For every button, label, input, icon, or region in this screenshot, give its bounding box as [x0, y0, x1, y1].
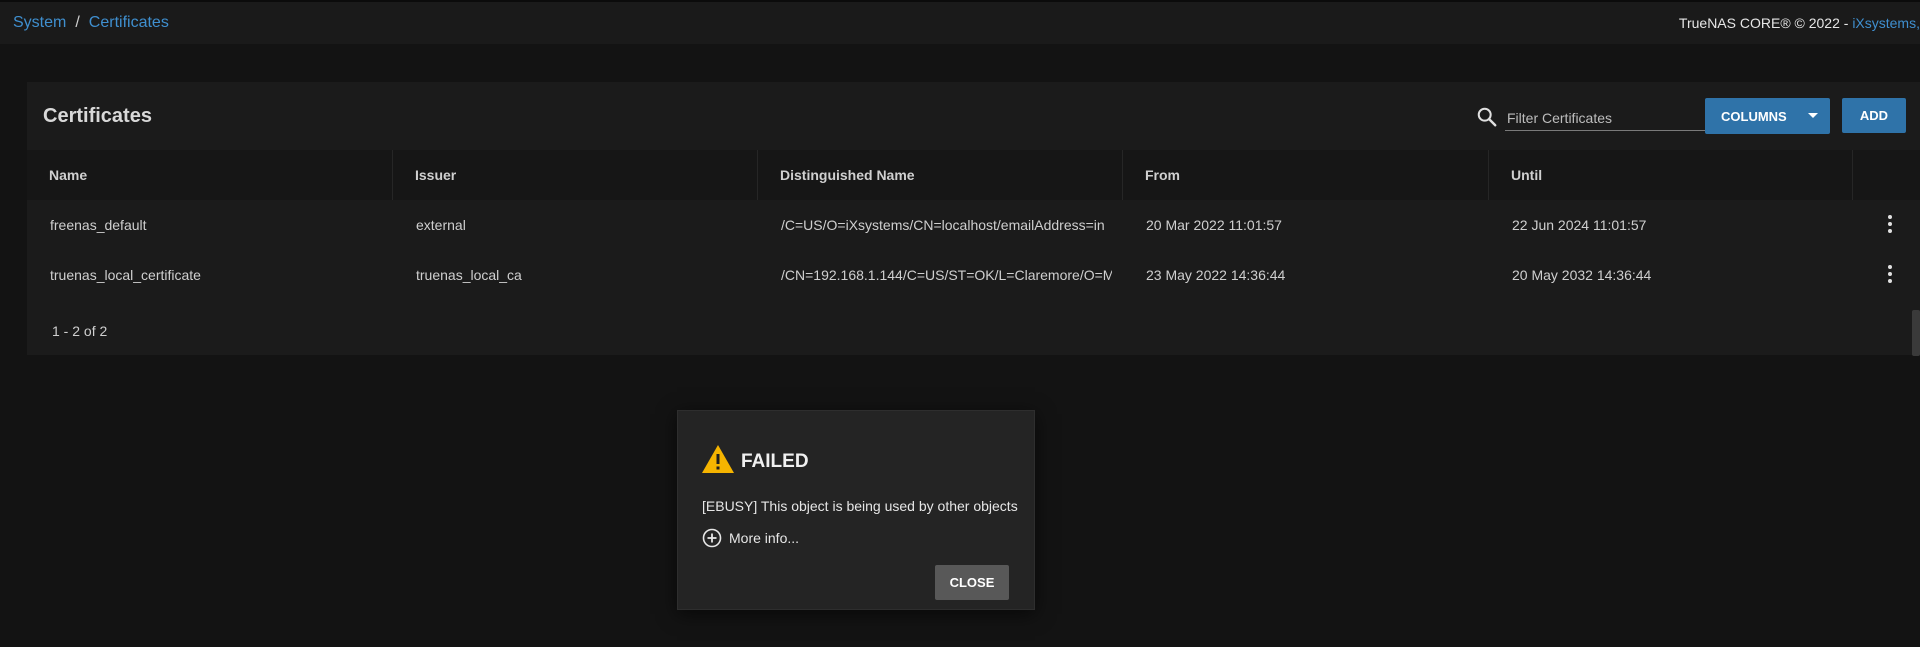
breadcrumb: System / Certificates: [13, 14, 169, 32]
columns-button[interactable]: COLUMNS: [1705, 98, 1830, 134]
cell-name: freenas_default: [50, 217, 147, 233]
chevron-down-icon: [1808, 113, 1818, 118]
cell-from: 20 Mar 2022 11:01:57: [1146, 217, 1282, 233]
more-vert-icon[interactable]: [1885, 265, 1895, 285]
column-header-from[interactable]: From: [1123, 150, 1489, 200]
column-header-issuer[interactable]: Issuer: [393, 150, 758, 200]
cell-from: 23 May 2022 14:36:44: [1146, 267, 1286, 283]
ixsystems-link[interactable]: iXsystems,: [1852, 15, 1920, 31]
copyright-text: TrueNAS CORE® © 2022 - iXsystems,: [1679, 15, 1920, 31]
paginator-range: 1 - 2 of 2: [52, 323, 108, 339]
copyright-label: TrueNAS CORE® © 2022 -: [1678, 15, 1853, 31]
dialog-title: FAILED: [741, 451, 809, 472]
error-dialog: FAILED [EBUSY] This object is being used…: [677, 410, 1035, 610]
more-vert-icon[interactable]: [1885, 215, 1895, 235]
breadcrumb-system-link[interactable]: System: [13, 14, 66, 31]
table-row[interactable]: freenas_default external /C=US/O=iXsyste…: [27, 200, 1920, 250]
columns-button-label: COLUMNS: [1721, 109, 1787, 124]
breadcrumb-separator: /: [75, 14, 80, 31]
search-icon: [1477, 107, 1497, 127]
cell-distinguished-name: /CN=192.168.1.144/C=US/ST=OK/L=Claremore…: [781, 267, 1112, 283]
column-header-distinguished-name[interactable]: Distinguished Name: [758, 150, 1123, 200]
more-info-toggle[interactable]: More info...: [702, 527, 799, 549]
table-row[interactable]: truenas_local_certificate truenas_local_…: [27, 250, 1920, 300]
column-header-name[interactable]: Name: [27, 150, 393, 200]
cell-name: truenas_local_certificate: [50, 267, 201, 283]
top-bar: System / Certificates TrueNAS CORE® © 2022…: [0, 0, 1920, 44]
add-button[interactable]: ADD: [1842, 98, 1906, 133]
add-circle-icon: [702, 528, 722, 548]
table-header: Name Issuer Distinguished Name From Unti…: [27, 150, 1920, 200]
cell-distinguished-name: /C=US/O=iXsystems/CN=localhost/emailAddr…: [781, 217, 1105, 233]
close-button[interactable]: CLOSE: [935, 565, 1009, 600]
more-info-label: More info...: [729, 530, 800, 546]
breadcrumb-certificates-link[interactable]: Certificates: [89, 14, 169, 31]
page-title: Certificates: [43, 105, 152, 127]
column-header-until[interactable]: Until: [1489, 150, 1853, 200]
certificates-card: Certificates COLUMNS ADD Name Issuer Dis…: [27, 82, 1920, 355]
cell-until: 20 May 2032 14:36:44: [1512, 267, 1652, 283]
cell-until: 22 Jun 2024 11:01:57: [1512, 217, 1647, 233]
cell-issuer: external: [416, 217, 466, 233]
filter-certificates-field: [1505, 106, 1715, 131]
scrollbar[interactable]: [1912, 310, 1920, 356]
filter-certificates-input[interactable]: [1505, 106, 1715, 130]
warning-icon: [702, 445, 734, 473]
dialog-message: [EBUSY] This object is being used by oth…: [702, 498, 1018, 514]
cell-issuer: truenas_local_ca: [416, 267, 522, 283]
